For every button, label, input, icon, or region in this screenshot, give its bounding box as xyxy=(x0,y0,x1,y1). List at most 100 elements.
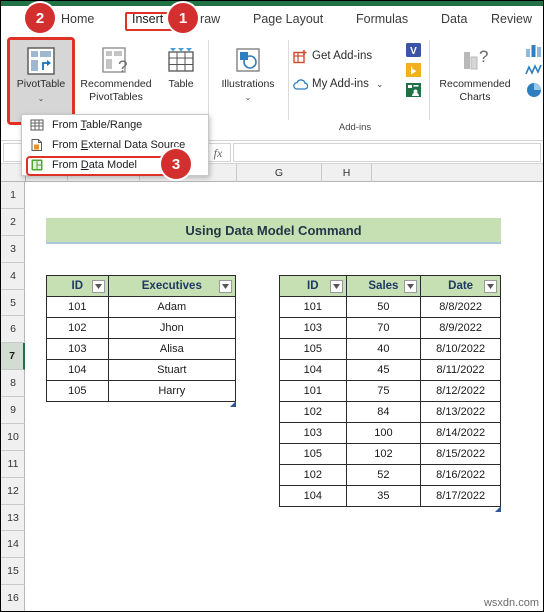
tab-data[interactable]: Data xyxy=(441,10,467,29)
chevron-down-icon[interactable]: ⌄ xyxy=(376,76,384,93)
cells-area: Using Data Model Command ID Executives 1… xyxy=(26,182,543,611)
from-table-range-label-pre: From xyxy=(52,119,81,131)
row-header-14[interactable]: 14 xyxy=(1,531,25,559)
sales-cell-1[interactable]: 35 xyxy=(345,485,422,507)
sales-cell-2[interactable]: 8/11/2022 xyxy=(420,359,501,381)
column-chart-icon[interactable] xyxy=(525,42,543,63)
recommended-charts-button[interactable]: ? Recommended Charts xyxy=(434,40,516,122)
executives-cell-0[interactable]: 102 xyxy=(46,317,109,339)
tab-review[interactable]: Review xyxy=(491,10,532,29)
sales-cell-0[interactable]: 105 xyxy=(279,443,347,465)
chevron-down-icon[interactable]: ⌄ xyxy=(10,94,72,103)
row-header-7[interactable]: 7 xyxy=(1,343,25,371)
recommended-pivottables-label-2: PivotTables xyxy=(89,91,143,103)
row-header-2[interactable]: 2 xyxy=(1,209,25,236)
sales-cell-1[interactable]: 50 xyxy=(345,296,422,318)
sales-cell-1[interactable]: 40 xyxy=(345,338,422,360)
executives-cell-0[interactable]: 105 xyxy=(46,380,109,402)
filter-dropdown-icon[interactable] xyxy=(91,280,105,293)
row-header-13[interactable]: 13 xyxy=(1,505,25,532)
line-chart-icon[interactable] xyxy=(525,62,543,83)
pie-chart-icon[interactable] xyxy=(525,82,543,103)
row-header-10[interactable]: 10 xyxy=(1,424,25,451)
executives-cell-1[interactable]: Stuart xyxy=(107,359,237,381)
sales-cell-2[interactable]: 8/16/2022 xyxy=(420,464,501,486)
sales-cell-1[interactable]: 102 xyxy=(345,443,422,465)
sales-cell-0[interactable]: 103 xyxy=(279,422,347,444)
sales-cell-0[interactable]: 102 xyxy=(279,464,347,486)
chevron-down-icon[interactable]: ⌄ xyxy=(213,93,283,102)
sales-cell-2[interactable]: 8/14/2022 xyxy=(420,422,501,444)
executives-cell-0[interactable]: 103 xyxy=(46,338,109,360)
tab-home[interactable]: Home xyxy=(61,10,94,29)
people-graph-addin-icon[interactable] xyxy=(405,82,422,98)
column-header-g[interactable]: G xyxy=(237,164,322,182)
pivottable-button-label: PivotTable xyxy=(16,78,66,90)
table-header-row: ID Sales Date xyxy=(279,275,501,297)
sales-cell-0[interactable]: 104 xyxy=(279,485,347,507)
bing-maps-addin-icon[interactable] xyxy=(405,62,422,78)
formula-input[interactable] xyxy=(233,143,541,162)
row-header-16[interactable]: 16 xyxy=(1,585,25,611)
executives-table: ID Executives 101 Adam 102 Jhon 103 Alis… xyxy=(46,275,237,402)
row-header-3[interactable]: 3 xyxy=(1,236,25,263)
sales-cell-0[interactable]: 102 xyxy=(279,401,347,423)
sales-cell-2[interactable]: 8/10/2022 xyxy=(420,338,501,360)
row-header-12[interactable]: 12 xyxy=(1,478,25,505)
pivottable-button[interactable]: PivotTable ⌄ xyxy=(10,40,72,122)
row-header-15[interactable]: 15 xyxy=(1,558,25,586)
row-header-6[interactable]: 6 xyxy=(1,316,25,344)
step-badge-1: 1 xyxy=(168,3,198,33)
from-table-range-menu-item[interactable]: From Table/Range xyxy=(22,115,208,135)
sales-cell-1[interactable]: 84 xyxy=(345,401,422,423)
recommended-pivottables-button[interactable]: ? Recommended PivotTables xyxy=(76,40,156,122)
table-resize-handle[interactable] xyxy=(495,506,501,512)
executives-cell-1[interactable]: Jhon xyxy=(107,317,237,339)
sales-cell-1[interactable]: 75 xyxy=(345,380,422,402)
sales-cell-0[interactable]: 101 xyxy=(279,296,347,318)
sales-cell-2[interactable]: 8/15/2022 xyxy=(420,443,501,465)
table-button[interactable]: Table xyxy=(159,40,203,122)
row-header-9[interactable]: 9 xyxy=(1,397,25,424)
tab-formulas[interactable]: Formulas xyxy=(356,10,408,29)
column-header-h[interactable]: H xyxy=(322,164,372,182)
row-header-11[interactable]: 11 xyxy=(1,451,25,478)
filter-dropdown-icon[interactable] xyxy=(484,280,497,293)
executives-cell-1[interactable]: Adam xyxy=(107,296,237,318)
sales-cell-2[interactable]: 8/9/2022 xyxy=(420,317,501,339)
executives-cell-1[interactable]: Alisa xyxy=(107,338,237,360)
from-table-range-label-post: able/Range xyxy=(86,119,143,131)
sales-cell-2[interactable]: 8/17/2022 xyxy=(420,485,501,507)
tab-page-layout[interactable]: Page Layout xyxy=(253,10,323,29)
row-header-1[interactable]: 1 xyxy=(1,182,25,209)
visio-addin-icon[interactable]: V xyxy=(405,42,422,58)
sales-cell-2[interactable]: 8/13/2022 xyxy=(420,401,501,423)
executives-cell-0[interactable]: 104 xyxy=(46,359,109,381)
executives-table-body: 101 Adam 102 Jhon 103 Alisa 104 Stuart 105 Harry xyxy=(46,296,237,402)
executives-cell-0[interactable]: 101 xyxy=(46,296,109,318)
sales-cell-1[interactable]: 100 xyxy=(345,422,422,444)
illustrations-label: Illustrations xyxy=(221,78,275,90)
illustrations-button[interactable]: Illustrations ⌄ xyxy=(213,40,283,122)
filter-dropdown-icon[interactable] xyxy=(219,280,232,293)
row-header-5[interactable]: 5 xyxy=(1,290,25,317)
table-row: 101 Adam xyxy=(46,296,237,318)
sales-cell-0[interactable]: 104 xyxy=(279,359,347,381)
sales-cell-0[interactable]: 103 xyxy=(279,317,347,339)
sales-cell-1[interactable]: 52 xyxy=(345,464,422,486)
sales-cell-2[interactable]: 8/8/2022 xyxy=(420,296,501,318)
sales-cell-1[interactable]: 45 xyxy=(345,359,422,381)
addins-group-label: Add-ins xyxy=(338,122,372,133)
sales-cell-0[interactable]: 105 xyxy=(279,338,347,360)
row-header-4[interactable]: 4 xyxy=(1,263,25,290)
sales-cell-0[interactable]: 101 xyxy=(279,380,347,402)
executives-cell-1[interactable]: Harry xyxy=(107,380,237,402)
row-header-8[interactable]: 8 xyxy=(1,370,25,397)
table-resize-handle[interactable] xyxy=(230,401,236,407)
filter-dropdown-icon[interactable] xyxy=(404,280,418,293)
sales-cell-1[interactable]: 70 xyxy=(345,317,422,339)
filter-dropdown-icon[interactable] xyxy=(329,280,343,293)
sales-cell-2[interactable]: 8/12/2022 xyxy=(420,380,501,402)
table-row: 103 70 8/9/2022 xyxy=(279,317,501,339)
sales-header-id-label: ID xyxy=(307,280,319,292)
